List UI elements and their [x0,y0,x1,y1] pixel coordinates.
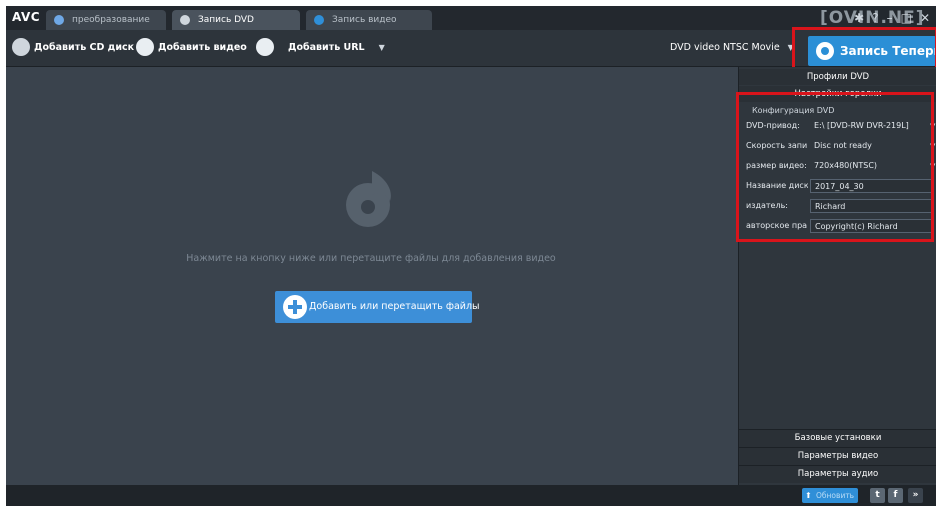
help-icon[interactable]: ? [872,9,878,27]
status-bar: Обновить t f » [6,485,936,506]
record-icon [314,15,324,25]
tab-label: Запись DVD [198,15,254,25]
dvd-profiles-header[interactable]: Профили DVD [739,69,936,85]
convert-icon [54,15,64,25]
app-logo-watermark-icon [346,171,391,227]
profile-label: DVD video NTSC Movie [670,42,780,53]
cd-add-icon [12,37,30,56]
output-profile-select[interactable]: DVD video NTSC Movie ▼ [670,36,806,60]
drop-area[interactable]: Нажмите на кнопку ниже или перетащите фа… [6,67,736,485]
video-params-header[interactable]: Параметры видео [739,447,936,465]
add-video-button[interactable]: Добавить видео [136,36,247,60]
tab-label: Запись видео [332,15,397,25]
minimize-icon[interactable]: – [887,9,893,27]
add-files-button[interactable]: Добавить или перетащить файлы [275,291,480,323]
update-button[interactable]: Обновить [802,488,858,503]
highlight-box-settings [736,92,934,242]
tab-dvd-burn[interactable]: Запись DVD [172,10,300,30]
add-cd-label: Добавить CD диск [34,42,135,53]
film-add-icon [136,37,154,56]
app-logo: AVC [12,10,41,24]
basic-settings-header[interactable]: Базовые установки [739,429,936,447]
gear-icon[interactable]: ✱ [854,9,864,27]
close-icon[interactable]: ✕ [920,9,930,27]
facebook-icon[interactable]: f [888,488,903,503]
tab-video-record[interactable]: Запись видео [306,10,432,30]
twitter-icon[interactable]: t [870,488,885,503]
disc-icon [180,15,190,25]
maximize-icon[interactable]: □ [901,9,912,27]
plus-icon [283,295,307,319]
tab-conversion[interactable]: преобразование [46,10,166,30]
add-cd-button[interactable]: Добавить CD диск▼ [12,36,146,60]
audio-params-header[interactable]: Параметры аудио [739,465,936,483]
add-url-label: Добавить URL [288,42,365,53]
tab-label: преобразование [72,15,150,25]
chevron-down-icon[interactable]: ▼ [379,36,385,60]
app-window: AVC преобразование Запись DVD Запись вид… [6,6,936,506]
globe-add-icon [256,37,274,56]
window-controls: ✱ ? – □ ✕ [854,9,930,27]
more-button[interactable]: » [908,488,923,503]
add-url-button[interactable]: Добавить URL ▼ [256,36,385,60]
add-video-label: Добавить видео [158,42,247,53]
drop-hint: Нажмите на кнопку ниже или перетащите фа… [186,253,556,264]
add-files-label: Добавить или перетащить файлы [309,301,480,312]
